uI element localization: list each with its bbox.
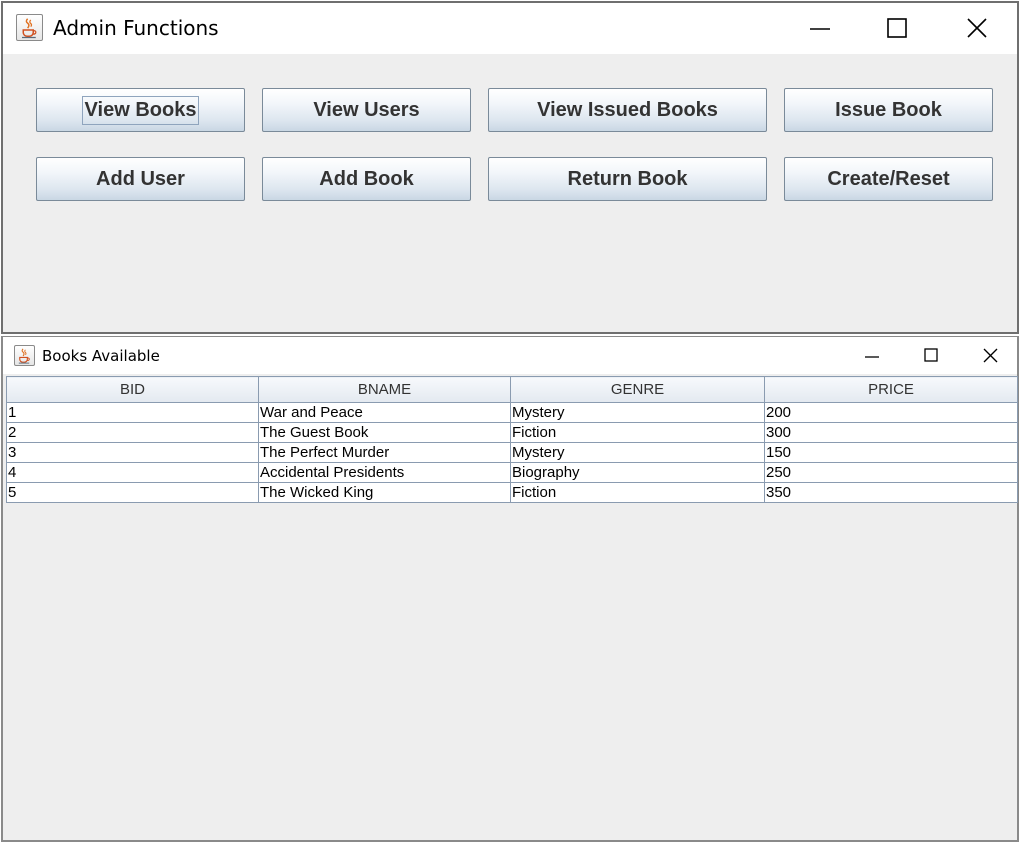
return-book-button[interactable]: Return Book [488,157,767,201]
java-app-icon [16,14,43,41]
maximize-icon[interactable] [924,348,938,362]
table-row[interactable]: 2 The Guest Book Fiction 300 [6,422,1018,443]
cell-price[interactable]: 350 [764,482,1018,503]
close-icon[interactable] [966,17,988,39]
add-book-button[interactable]: Add Book [262,157,471,201]
cell-price[interactable]: 250 [764,462,1018,483]
cell-bname[interactable]: War and Peace [258,402,511,423]
cell-genre[interactable]: Fiction [510,422,765,443]
cell-bid[interactable]: 5 [6,482,259,503]
view-users-label: View Users [313,98,420,121]
java-app-icon [14,345,35,366]
issue-book-button[interactable]: Issue Book [784,88,993,132]
cell-bname[interactable]: The Perfect Murder [258,442,511,463]
books-table: BID BNAME GENRE PRICE 1 War and Peace My… [6,376,1018,503]
cell-genre[interactable]: Biography [510,462,765,483]
column-header-bid[interactable]: BID [6,376,259,403]
cell-genre[interactable]: Mystery [510,442,765,463]
maximize-icon[interactable] [887,18,907,38]
cell-bid[interactable]: 3 [6,442,259,463]
column-header-bname[interactable]: BNAME [258,376,511,403]
cell-bid[interactable]: 4 [6,462,259,483]
add-book-label: Add Book [319,167,414,190]
view-issued-books-button[interactable]: View Issued Books [488,88,767,132]
cell-price[interactable]: 300 [764,422,1018,443]
window-title: Books Available [42,347,160,365]
cell-price[interactable]: 150 [764,442,1018,463]
view-users-button[interactable]: View Users [262,88,471,132]
view-issued-books-label: View Issued Books [537,98,718,121]
books-title-bar[interactable]: Books Available [3,337,1017,374]
return-book-label: Return Book [567,167,688,190]
table-row[interactable]: 3 The Perfect Murder Mystery 150 [6,442,1018,463]
minimize-icon[interactable] [809,18,831,40]
admin-title-bar[interactable]: Admin Functions [3,3,1017,54]
cell-price[interactable]: 200 [764,402,1018,423]
view-books-label: View Books [81,95,200,125]
close-icon[interactable] [983,348,998,363]
create-reset-label: Create/Reset [827,167,950,190]
column-header-price[interactable]: PRICE [764,376,1018,403]
cell-bid[interactable]: 1 [6,402,259,423]
admin-functions-window: Admin Functions View Books View Users Vi… [1,1,1019,334]
view-books-button[interactable]: View Books [36,88,245,132]
cell-bid[interactable]: 2 [6,422,259,443]
window-title: Admin Functions [53,16,219,40]
issue-book-label: Issue Book [835,98,942,121]
cell-genre[interactable]: Mystery [510,402,765,423]
table-row[interactable]: 5 The Wicked King Fiction 350 [6,482,1018,503]
add-user-button[interactable]: Add User [36,157,245,201]
column-header-genre[interactable]: GENRE [510,376,765,403]
table-row[interactable]: 1 War and Peace Mystery 200 [6,402,1018,423]
minimize-icon[interactable] [864,349,880,365]
cell-bname[interactable]: The Guest Book [258,422,511,443]
add-user-label: Add User [96,167,185,190]
cell-bname[interactable]: Accidental Presidents [258,462,511,483]
table-header-row: BID BNAME GENRE PRICE [6,376,1018,403]
cell-genre[interactable]: Fiction [510,482,765,503]
cell-bname[interactable]: The Wicked King [258,482,511,503]
books-available-window: Books Available BID BNAME GENRE PRICE 1 … [1,336,1019,842]
books-table-container: BID BNAME GENRE PRICE 1 War and Peace My… [6,376,1018,503]
table-row[interactable]: 4 Accidental Presidents Biography 250 [6,462,1018,483]
create-reset-button[interactable]: Create/Reset [784,157,993,201]
